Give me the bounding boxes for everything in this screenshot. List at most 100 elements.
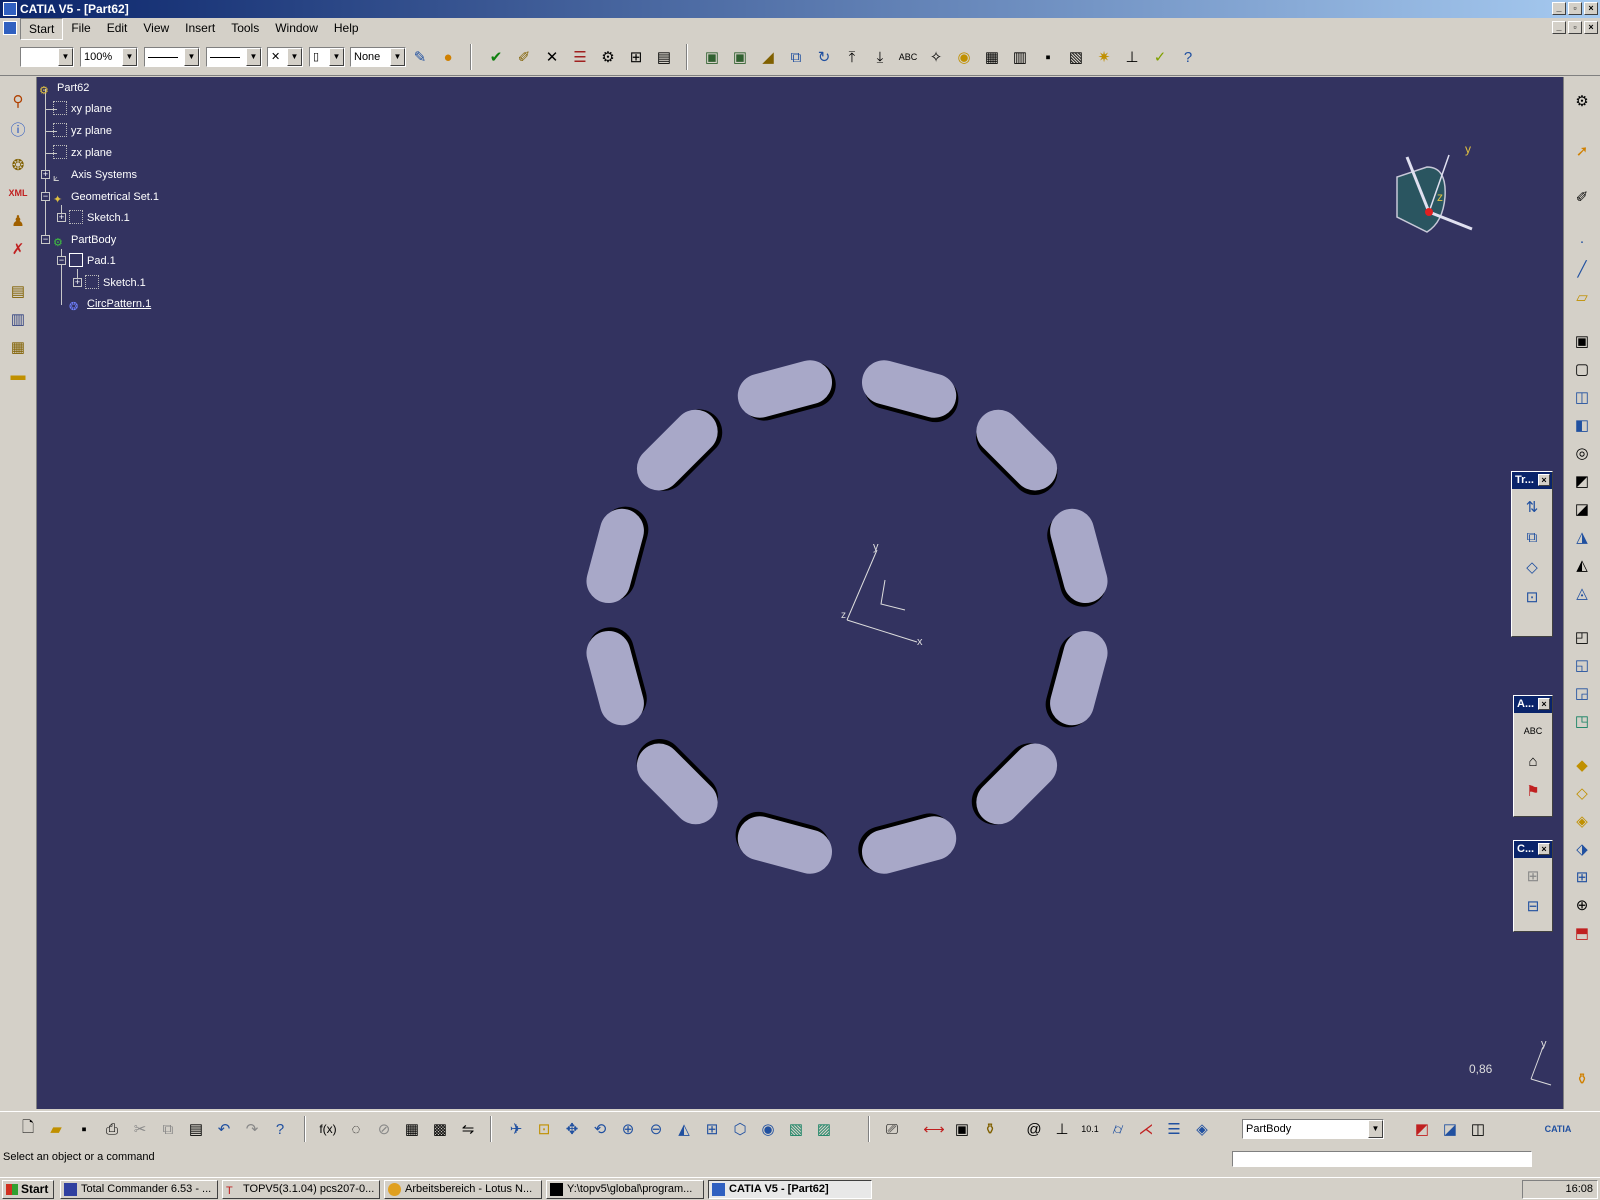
scaling-icon[interactable]: ⊡ [1520,585,1544,609]
catia-app-icon[interactable] [3,2,17,16]
assemble-icon[interactable]: ⧉ [784,45,808,69]
check-icon[interactable]: ✔ [484,45,508,69]
mirror-icon[interactable]: ⧉ [1520,525,1544,549]
current-body-combo[interactable]: PartBody ▼ [1242,1119,1384,1139]
rib-tool-icon[interactable]: ◩ [1570,469,1594,493]
close-button[interactable]: × [1584,2,1598,15]
measure-icon[interactable]: ◉ [952,45,976,69]
shell-tool-icon[interactable]: ◳ [1570,709,1594,733]
menu-file[interactable]: File [63,18,98,40]
task-topv5[interactable]: T TOPV5(3.1.04) pcs207-0... [222,1180,380,1199]
sew-surface-tool-icon[interactable]: ⬗ [1570,837,1594,861]
close-icon[interactable]: × [1538,474,1550,486]
whats-this-icon[interactable]: ? [268,1117,292,1141]
rules-icon[interactable]: ▥ [6,307,30,331]
rendering-combo[interactable]: ▯ ▼ [309,47,345,67]
split-tool-icon[interactable]: ◆ [1570,753,1594,777]
formula-icon[interactable]: ▦ [980,45,1004,69]
define-work-object-icon[interactable]: ◈ [1190,1117,1214,1141]
graphic-properties-icon[interactable]: ● [436,45,460,69]
pattern-slot[interactable] [964,401,1068,505]
close-surface-tool-icon[interactable]: ◈ [1570,809,1594,833]
validate-icon[interactable]: ✓ [1148,45,1172,69]
library-icon[interactable]: ▬ [6,363,30,387]
catalog-icon[interactable]: ▧ [1064,45,1088,69]
fit-all-icon[interactable]: ⊡ [532,1117,556,1141]
pattern-slot[interactable] [733,355,841,427]
document-icon[interactable] [3,21,17,35]
pattern-slot[interactable] [856,355,964,427]
help-pointer-icon[interactable]: ? [1176,45,1200,69]
pattern-slot[interactable] [962,732,1066,836]
search-icon[interactable]: ⚲ [6,89,30,113]
new-file-icon[interactable]: 🗋 [16,1117,40,1141]
chamfer-tool-icon[interactable]: ◱ [1570,653,1594,677]
paste-icon[interactable]: ▤ [184,1117,208,1141]
line-type-combo[interactable]: ▼ [206,47,262,67]
pattern-slot[interactable] [1040,625,1112,733]
dimension-value-icon[interactable]: 10.1 [1078,1117,1102,1141]
pattern-slot[interactable] [581,622,653,730]
shaft-tool-icon[interactable]: ◫ [1570,385,1594,409]
render-icon[interactable]: ◩ [1410,1117,1434,1141]
close-icon[interactable]: × [1538,843,1550,855]
undo-icon[interactable]: ↶ [212,1117,236,1141]
fillet-tool-icon[interactable]: ◰ [1570,625,1594,649]
start-button[interactable]: Start [2,1180,54,1199]
open-folder-icon[interactable]: ▰ [44,1117,68,1141]
perpendicular-icon[interactable]: ⊥ [1120,45,1144,69]
menu-window[interactable]: Window [267,18,326,40]
spiral-icon[interactable]: @ [1022,1117,1046,1141]
menu-start[interactable]: Start [20,18,64,40]
transparency-combo[interactable]: 100% ▼ [80,47,138,67]
task-lotus-notes[interactable]: Arbeitsbereich - Lotus N... [384,1180,542,1199]
measure-item-icon[interactable]: ▣ [950,1117,974,1141]
copy-icon[interactable]: ⧉ [156,1117,180,1141]
task-catia[interactable]: CATIA V5 - [Part62] [708,1180,872,1199]
comment-icon[interactable]: ◌ [344,1117,368,1141]
annotations-title[interactable]: A... × [1514,696,1552,713]
circular-pattern-geometry[interactable] [37,77,1563,1109]
format-painter-icon[interactable]: ✎ [408,45,432,69]
select-pointer-icon[interactable]: ➚ [1570,139,1594,163]
translation-icon[interactable]: ⇅ [1520,495,1544,519]
menu-view[interactable]: View [135,18,177,40]
pattern-slot[interactable] [853,807,961,879]
up-arrow-icon[interactable]: ⤒ [840,45,864,69]
law-icon[interactable]: ⇋ [456,1117,480,1141]
print-icon[interactable]: ⎙ [100,1117,124,1141]
redo-icon[interactable]: ↷ [240,1117,264,1141]
cut-icon[interactable]: ✂ [128,1117,152,1141]
library-catalog-icon[interactable]: ▩ [428,1117,452,1141]
pattern-tool-icon[interactable]: ⊞ [1570,865,1594,889]
parameters-icon[interactable]: ▤ [6,279,30,303]
catalog-browser-icon[interactable]: ❂ [6,153,30,177]
transformations-title[interactable]: Tr... × [1512,472,1552,489]
normal-view-icon[interactable]: ◭ [672,1117,696,1141]
groove-tool-icon[interactable]: ◧ [1570,413,1594,437]
shading-icon[interactable]: ◉ [756,1117,780,1141]
pattern-slot[interactable] [626,729,730,833]
pocket-tool-icon[interactable]: ▢ [1570,357,1594,381]
measure-inertia-icon[interactable]: ⚱ [978,1117,1002,1141]
close-icon[interactable]: × [1538,698,1550,710]
doc-close-button[interactable]: × [1584,21,1598,34]
parents-icon[interactable]: ⊞ [624,45,648,69]
cylinder-icon[interactable]: ⌭ [1106,1117,1130,1141]
hole-tool-icon[interactable]: ◎ [1570,441,1594,465]
zoom-out-icon[interactable]: ⊖ [644,1117,668,1141]
curvature-icon[interactable]: ⋌ [1134,1117,1158,1141]
zoom-in-icon[interactable]: ⊕ [616,1117,640,1141]
cancel-update-icon[interactable]: ✗ [6,237,30,261]
sparkle-icon[interactable]: ✷ [1092,45,1116,69]
update-icon[interactable]: ↻ [812,45,836,69]
table-icon[interactable]: ▦ [400,1117,424,1141]
text-annotation-icon[interactable]: ABC [1521,719,1545,743]
pattern-slot[interactable] [582,501,654,609]
delete-icon[interactable]: ✕ [540,45,564,69]
report-icon[interactable]: ▤ [652,45,676,69]
boolean-remove-icon[interactable]: ▣ [728,45,752,69]
constraint-defined-icon[interactable]: ⊟ [1521,894,1545,918]
down-arrow-icon[interactable]: ⤓ [868,45,892,69]
plane-tool-icon[interactable]: ▱ [1570,285,1594,309]
